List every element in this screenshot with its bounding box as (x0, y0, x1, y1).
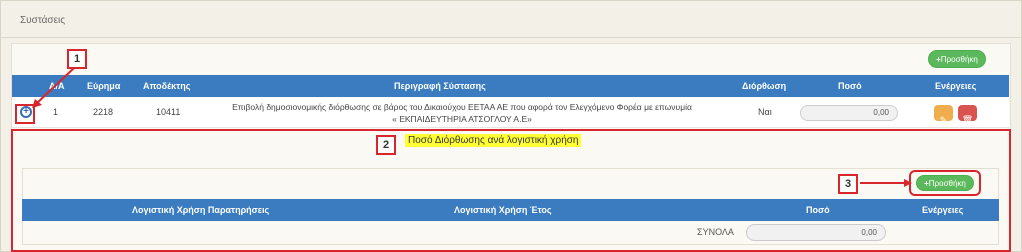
col-sub-actions: Ενέργειες (922, 205, 964, 215)
totals-label: ΣΥΝΟΛΑ (697, 227, 734, 237)
section-title: Συστάσεις (20, 15, 66, 26)
amount-field[interactable]: 0,00 (800, 105, 898, 121)
cell-recipient: 10411 (156, 107, 181, 117)
annotation-marker-2: 2 (376, 135, 396, 155)
col-actions: Ενέργειες (935, 81, 977, 91)
cell-correction: Ναι (758, 107, 772, 117)
col-finding: Εύρημα (87, 81, 121, 91)
subpanel-title: Ποσό Διόρθωσης ανά λογιστική χρήση (405, 134, 582, 147)
recommendations-table-header: Α/Α Εύρημα Αποδέκτης Περιγραφή Σύστασης … (12, 75, 1009, 97)
col-amount: Ποσό (838, 81, 862, 91)
cell-finding: 2218 (93, 107, 114, 117)
table-row: + 1 2218 10411 Επιβολή δημοσιονομικής δι… (12, 97, 1009, 128)
col-remarks: Λογιστική Χρήση Παρατηρήσεις (132, 205, 270, 215)
add-accounting-year-button[interactable]: + Προσθήκη (916, 175, 974, 191)
annotation-arrow-3 (860, 179, 912, 187)
section-divider (1, 37, 1021, 38)
expand-highlight-box (15, 104, 35, 124)
edit-button[interactable]: ✎ (934, 105, 953, 125)
annotation-marker-3: 3 (838, 174, 858, 194)
add-recommendation-button[interactable]: + Προσθήκη (928, 50, 986, 68)
cell-description: Επιβολή δημοσιονομικής διόρθωσης σε βάρο… (232, 102, 692, 124)
totals-amount-field[interactable]: 0,00 (746, 224, 886, 241)
col-sub-amount: Ποσό (806, 205, 830, 215)
annotation-arrow-1 (32, 67, 75, 108)
col-year: Λογιστική Χρήση Έτος (454, 205, 552, 215)
accounting-year-table-header: Λογιστική Χρήση Παρατηρήσεις Λογιστική Χ… (22, 199, 999, 221)
delete-button[interactable]: 🗑 (958, 105, 977, 125)
col-recipient: Αποδέκτης (143, 81, 191, 91)
col-correction: Διόρθωση (742, 81, 787, 91)
col-description: Περιγραφή Σύστασης (394, 81, 486, 91)
